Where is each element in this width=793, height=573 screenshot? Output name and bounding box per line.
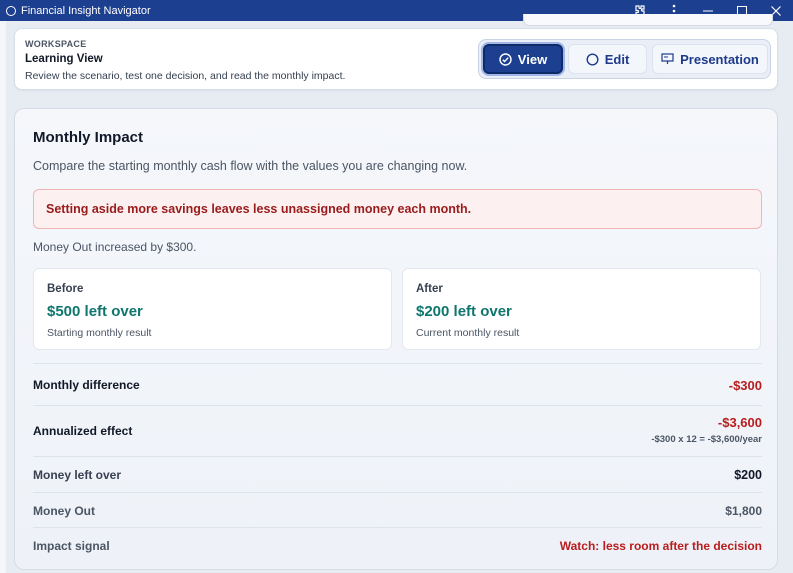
app-icon <box>6 5 16 16</box>
workspace-header: WORKSPACE Learning View Review the scena… <box>14 28 778 90</box>
view-mode-button[interactable]: View <box>483 44 563 74</box>
edit-mode-button[interactable]: Edit <box>568 44 647 74</box>
edit-mode-label: Edit <box>604 51 630 67</box>
change-note: Money Out increased by $300. <box>33 240 197 254</box>
panel-description: Compare the starting monthly cash flow w… <box>33 159 468 173</box>
presentation-icon <box>661 53 674 65</box>
mode-toggle-group: View Edit Presentation <box>478 39 771 79</box>
money-left-over-label: Money left over <box>33 468 122 482</box>
before-card: Before $500 left over Starting monthly r… <box>33 268 392 350</box>
annualized-effect-label: Annualized effect <box>33 424 133 438</box>
workspace-eyebrow: WORKSPACE <box>25 39 87 49</box>
money-out-row: Money Out $1,800 <box>33 492 762 527</box>
workspace-description: Review the scenario, test one decision, … <box>25 70 346 82</box>
monthly-impact-panel: Monthly Impact Compare the starting mont… <box>14 108 778 570</box>
view-mode-label: View <box>517 51 548 67</box>
window-title: Financial Insight Navigator <box>21 4 151 17</box>
impact-signal-label: Impact signal <box>33 539 110 553</box>
annualized-effect-row: Annualized effect -$3,600 -$300 x 12 = -… <box>33 405 762 456</box>
panel-title: Monthly Impact <box>33 129 144 146</box>
presentation-mode-label: Presentation <box>680 51 759 67</box>
circle-icon <box>586 52 599 66</box>
before-value: $500 left over <box>47 303 143 320</box>
monthly-difference-label: Monthly difference <box>33 378 140 392</box>
money-left-over-value: $200 <box>734 468 762 482</box>
after-label: After <box>416 283 443 295</box>
impact-alert: Setting aside more savings leaves less u… <box>33 189 762 229</box>
annualized-effect-value: -$3,600 <box>717 415 762 430</box>
impact-summary-table: Monthly difference -$300 Annualized effe… <box>33 363 762 563</box>
monthly-difference-row: Monthly difference -$300 <box>33 363 762 405</box>
check-circle-icon <box>499 52 512 66</box>
annualized-effect-formula: -$300 x 12 = -$3,600/year <box>651 434 762 445</box>
workspace-title: Learning View <box>25 53 103 65</box>
impact-signal-value: Watch: less room after the decision <box>559 539 762 553</box>
after-value: $200 left over <box>416 303 512 320</box>
after-card: After $200 left over Current monthly res… <box>402 268 761 350</box>
money-out-value: $1,800 <box>725 504 762 518</box>
background-window-edge <box>0 21 6 573</box>
impact-signal-row: Impact signal Watch: less room after the… <box>33 527 762 563</box>
after-caption: Current monthly result <box>416 327 520 339</box>
monthly-difference-value: -$300 <box>728 378 762 393</box>
money-out-label: Money Out <box>33 504 95 518</box>
presentation-mode-button[interactable]: Presentation <box>652 44 768 74</box>
before-caption: Starting monthly result <box>47 327 152 339</box>
background-field <box>523 14 773 26</box>
money-left-over-row: Money left over $200 <box>33 456 762 492</box>
before-label: Before <box>47 283 84 295</box>
